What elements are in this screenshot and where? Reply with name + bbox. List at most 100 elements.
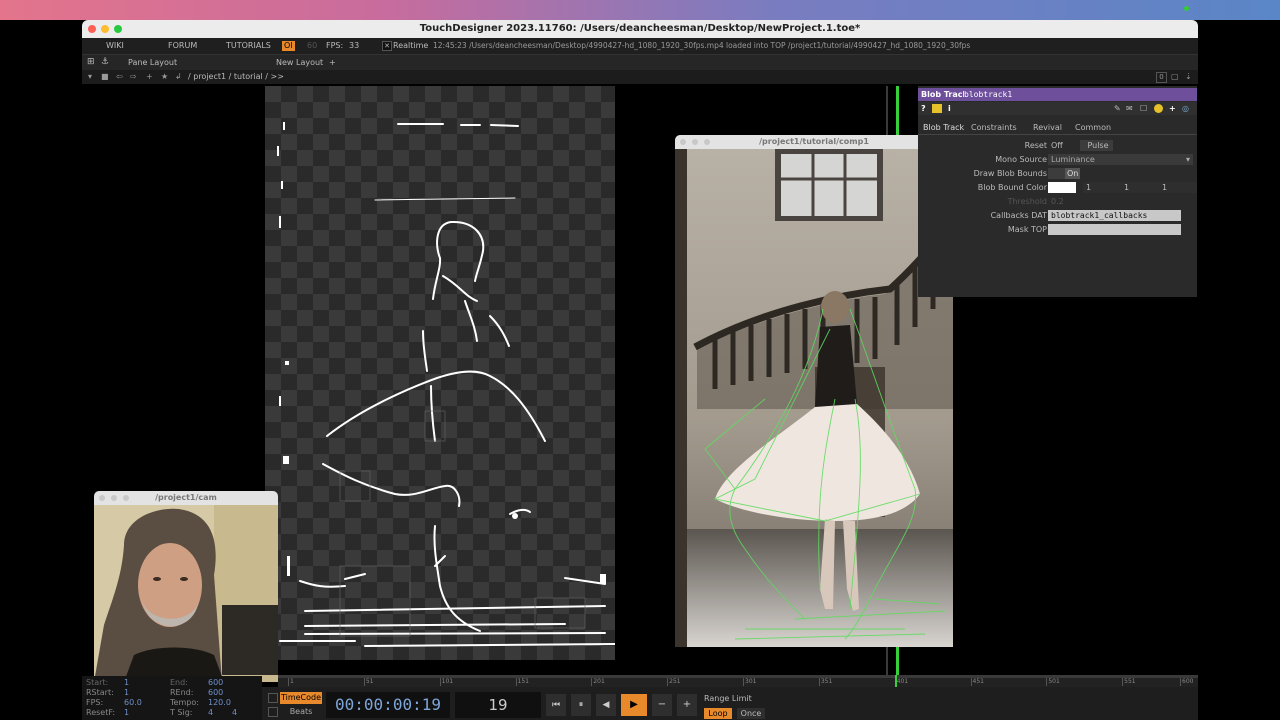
- forward-icon[interactable]: ⇨: [130, 70, 137, 84]
- comp1-window[interactable]: /project1/tutorial/comp1: [675, 135, 953, 647]
- zoom-window-button[interactable]: [114, 25, 122, 33]
- info-icon[interactable]: i: [948, 102, 951, 115]
- realtime-checkbox[interactable]: ✕: [382, 41, 392, 51]
- tsig-a[interactable]: 4: [208, 708, 213, 717]
- pane-layout-label[interactable]: Pane Layout: [128, 55, 177, 70]
- close-icon[interactable]: [99, 495, 105, 501]
- timeline-tick-label: 351: [818, 678, 833, 686]
- python-icon[interactable]: [1154, 104, 1163, 113]
- viewer-icon[interactable]: ☐: [1140, 102, 1147, 115]
- plus-icon[interactable]: +: [146, 70, 153, 84]
- minimize-icon[interactable]: [692, 139, 698, 145]
- bound-color-b[interactable]: 1: [1159, 182, 1197, 193]
- pane-count[interactable]: 0: [1156, 72, 1167, 83]
- timecode-radio[interactable]: [268, 693, 278, 703]
- rend-value[interactable]: 600: [208, 688, 223, 697]
- timeline-tick-label: 301: [743, 678, 757, 686]
- timecode-display[interactable]: 00:00:00:19: [326, 692, 450, 718]
- zoom-icon[interactable]: [123, 495, 129, 501]
- step-back-button[interactable]: ◀: [596, 694, 616, 716]
- pause-button[interactable]: ⏸: [571, 694, 591, 716]
- forum-link[interactable]: FORUM: [168, 38, 197, 54]
- pin-icon[interactable]: ↲: [175, 70, 182, 84]
- cam-titlebar[interactable]: /project1/cam: [94, 491, 278, 505]
- beats-toggle[interactable]: Beats: [280, 706, 322, 718]
- param-bound-color: Blob Bound Color 1 1 1: [918, 182, 1197, 194]
- zoom-icon[interactable]: [704, 139, 710, 145]
- rewind-button[interactable]: ⏮: [546, 694, 566, 716]
- callbacks-label: Callbacks DAT: [990, 211, 1047, 220]
- timecode-toggle[interactable]: TimeCode: [280, 692, 322, 704]
- python-help-icon[interactable]: [932, 104, 942, 113]
- network-path[interactable]: / project1 / tutorial / >>: [188, 70, 284, 84]
- play-button[interactable]: ▶: [621, 694, 647, 716]
- reset-toggle[interactable]: Off: [1048, 140, 1077, 151]
- blob-outline-image: [277, 122, 616, 647]
- comp1-titlebar[interactable]: /project1/tutorial/comp1: [675, 135, 953, 149]
- param-toolbar: ? i ✎ ✉ ☐ + ◎: [918, 102, 1197, 115]
- close-window-button[interactable]: [88, 25, 96, 33]
- help-icon[interactable]: ?: [921, 102, 926, 115]
- cam-window[interactable]: /project1/cam: [94, 491, 278, 682]
- op-header: Blob Track blobtrack1: [918, 88, 1197, 101]
- end-value[interactable]: 600: [208, 678, 223, 687]
- tutorials-link[interactable]: TUTORIALS: [226, 38, 271, 54]
- close-icon[interactable]: [680, 139, 686, 145]
- threshold-value[interactable]: 0.2: [1048, 196, 1101, 207]
- star-icon[interactable]: ★: [161, 70, 168, 84]
- ol-button[interactable]: Ol: [282, 41, 295, 51]
- minus-button[interactable]: −: [652, 694, 672, 716]
- stop-icon[interactable]: ■: [101, 70, 109, 84]
- loop-button[interactable]: Loop: [704, 708, 732, 719]
- minimize-window-button[interactable]: [101, 25, 109, 33]
- settings-icon[interactable]: ◎: [1182, 102, 1189, 115]
- rstart-value[interactable]: 1: [124, 688, 129, 697]
- once-button[interactable]: Once: [737, 708, 765, 719]
- resetf-value[interactable]: 1: [124, 708, 129, 717]
- dancer-video-frame: [675, 149, 953, 647]
- split-pane-icon[interactable]: ⇣: [1185, 70, 1192, 84]
- bound-color-swatch[interactable]: [1048, 182, 1076, 193]
- timeline-ruler[interactable]: 1 51 101 151 201 251 301 351 401 451 501 551 600: [278, 675, 1198, 687]
- tsig-b[interactable]: 4: [232, 708, 237, 717]
- menubar: WIKI FORUM TUTORIALS Ol 60 FPS: 33 ✕ Rea…: [82, 38, 1198, 54]
- new-layout-tab[interactable]: New Layout: [276, 55, 323, 70]
- wiki-link[interactable]: WIKI: [106, 38, 124, 54]
- anchor-icon[interactable]: ⚓: [101, 55, 109, 70]
- comment-icon[interactable]: ✉: [1126, 102, 1133, 115]
- grid-icon[interactable]: ⊞: [87, 55, 95, 70]
- maximize-pane-icon[interactable]: ▢: [1171, 70, 1179, 84]
- draw-bounds-toggle[interactable]: On: [1048, 168, 1081, 179]
- bound-color-g[interactable]: 1: [1121, 182, 1160, 193]
- frame-field[interactable]: 19: [455, 692, 541, 718]
- blob-viewer[interactable]: [265, 86, 616, 660]
- tab-revival[interactable]: Revival: [1033, 122, 1062, 134]
- draw-bounds-label: Draw Blob Bounds: [973, 169, 1047, 178]
- tempo-value[interactable]: 120.0: [208, 698, 231, 707]
- tab-common[interactable]: Common: [1075, 122, 1111, 134]
- add-layout-button[interactable]: +: [329, 55, 336, 70]
- timeline-tick-label: 501: [1046, 678, 1060, 686]
- bound-color-r[interactable]: 1: [1083, 182, 1122, 193]
- mono-source-select[interactable]: Luminance: [1048, 154, 1193, 165]
- fps-value: 33: [349, 41, 360, 50]
- minimize-icon[interactable]: [111, 495, 117, 501]
- timeline-playhead[interactable]: [895, 675, 897, 687]
- edit-icon[interactable]: ✎: [1114, 102, 1121, 115]
- dropdown-icon[interactable]: ▾: [88, 70, 92, 84]
- param-tabs: Blob Track Constraints Revival Common: [918, 122, 1197, 135]
- start-value[interactable]: 1: [124, 678, 129, 687]
- tab-blob-track[interactable]: Blob Track: [923, 122, 964, 134]
- plus-button[interactable]: +: [677, 694, 697, 716]
- callbacks-field[interactable]: blobtrack1_callbacks: [1048, 210, 1181, 221]
- mask-field[interactable]: [1048, 224, 1181, 235]
- pulse-button[interactable]: Pulse: [1080, 140, 1113, 151]
- beats-radio[interactable]: [268, 707, 278, 717]
- back-icon[interactable]: ⇦: [116, 70, 123, 84]
- parameter-panel: Blob Track blobtrack1 ? i ✎ ✉ ☐ + ◎ Blob…: [918, 86, 1197, 297]
- fps-value[interactable]: 60.0: [124, 698, 142, 707]
- add-icon[interactable]: +: [1169, 102, 1176, 115]
- chevron-down-icon[interactable]: ▾: [1186, 154, 1190, 166]
- tab-constraints[interactable]: Constraints: [971, 122, 1017, 134]
- op-name-field[interactable]: blobtrack1: [964, 89, 1194, 100]
